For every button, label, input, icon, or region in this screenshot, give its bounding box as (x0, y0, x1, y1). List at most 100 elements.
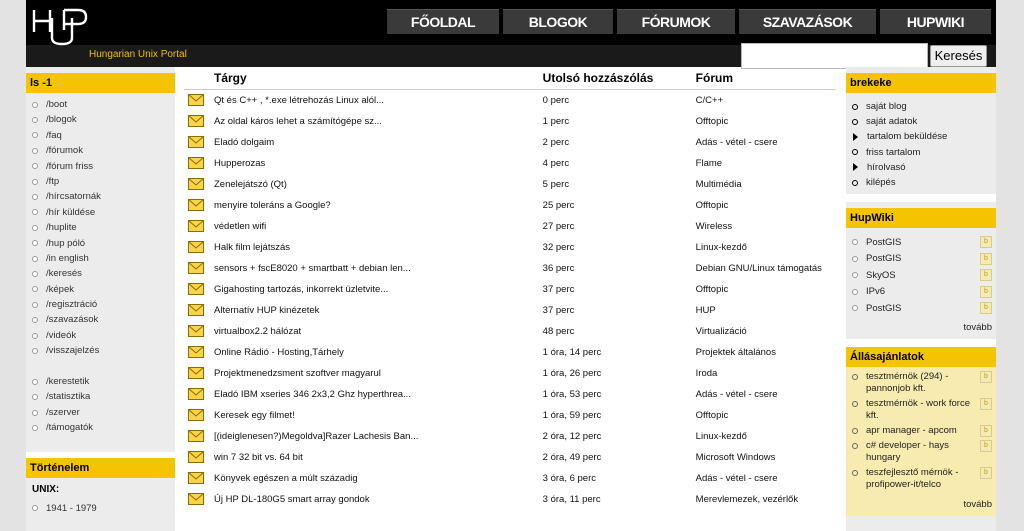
feed-icon[interactable]: b (980, 397, 992, 410)
forum-link[interactable]: Wireless (692, 216, 836, 237)
topic-subject-link[interactable]: védetlen wifi (214, 221, 266, 232)
forum-link[interactable]: Offtopic (692, 195, 836, 216)
menu-item[interactable]: /fórumok (32, 143, 175, 158)
feed-icon[interactable]: b (980, 252, 992, 265)
user-menu-item[interactable]: friss tartalom (852, 145, 996, 160)
history-item[interactable]: 1941 - 1979 (26, 495, 175, 522)
menu-item[interactable]: /faq (32, 128, 175, 143)
table-row[interactable]: virtualbox2.2 hálózat 48 perc Virtualizáci… (184, 321, 836, 342)
menu-item[interactable]: /ftp (32, 174, 175, 189)
nav-hupwiki[interactable]: HUPWIKI (880, 9, 991, 34)
menu-item[interactable]: /blogok (32, 112, 175, 127)
forum-link[interactable]: Flame (692, 153, 836, 174)
topic-subject-link[interactable]: virtualbox2.2 hálózat (214, 326, 301, 337)
job-item[interactable]: c# developer - hays hungary b (852, 439, 992, 464)
hup-logo[interactable] (30, 8, 90, 49)
table-row[interactable]: Qt és C++ , *.exe létrehozás Linux alól.… (184, 89, 836, 111)
feed-icon[interactable]: b (980, 269, 992, 282)
feed-icon[interactable]: b (980, 466, 992, 479)
menu-item[interactable]: /hír küldése (32, 205, 175, 220)
wiki-item[interactable]: SkyOS b (852, 267, 992, 284)
menu-item[interactable]: /in english (32, 251, 175, 266)
forum-link[interactable]: Offtopic (692, 405, 836, 426)
nav-home[interactable]: FŐOLDAL (387, 9, 499, 34)
nav-blogs[interactable]: BLOGOK (503, 9, 613, 34)
table-row[interactable]: Online Rádió - Hosting,Tárhely 1 óra, 14 … (184, 342, 836, 363)
topic-subject-link[interactable]: Könyvek egészen a múlt századig (214, 473, 358, 484)
forum-link[interactable]: Offtopic (692, 111, 836, 132)
menu-item[interactable]: /támogatók (32, 420, 175, 435)
forum-link[interactable]: Debian GNU/Linux támogatás (692, 258, 836, 279)
topic-subject-link[interactable]: Új HP DL-180G5 smart array gondok (214, 494, 370, 505)
wiki-item[interactable]: IPv6 b (852, 284, 992, 301)
table-row[interactable]: [(ideiglenesen?)Megoldva]Razer Lachesis … (184, 426, 836, 447)
topic-subject-link[interactable]: Eladó IBM xseries 346 2x3,2 Ghz hyperthr… (214, 389, 411, 400)
topic-subject-link[interactable]: Qt és C++ , *.exe létrehozás Linux alól.… (214, 95, 384, 106)
feed-icon[interactable]: b (980, 370, 992, 383)
forum-link[interactable]: Projektek általános (692, 342, 836, 363)
menu-item[interactable]: /boot (32, 97, 175, 112)
nav-polls[interactable]: SZAVAZÁSOK (739, 9, 876, 34)
feed-icon[interactable]: b (980, 285, 992, 298)
forum-link[interactable]: C/C++ (692, 89, 836, 111)
table-row[interactable]: Zenelejátszó (Qt) 5 perc Multimédia (184, 174, 836, 195)
forum-link[interactable]: Iroda (692, 363, 836, 384)
table-row[interactable]: menyire toleráns a Google? 25 perc Offtopi… (184, 195, 836, 216)
menu-item[interactable]: /képek (32, 282, 175, 297)
topic-subject-link[interactable]: Halk film lejátszás (214, 242, 290, 253)
table-row[interactable]: Gigahosting tartozás, inkorrekt üzletvit… (184, 279, 836, 300)
search-button[interactable]: Keresés (930, 45, 987, 67)
menu-item[interactable]: /keresés (32, 266, 175, 281)
feed-icon[interactable]: b (980, 236, 992, 249)
table-row[interactable]: win 7 32 bit vs. 64 bit 2 óra, 49 perc Mic… (184, 447, 836, 468)
job-item[interactable]: tesztmérnök - work force kft. b (852, 397, 992, 422)
forum-link[interactable]: Merevlemezek, vezérlők (692, 489, 836, 510)
table-row[interactable]: Eladó IBM xseries 346 2x3,2 Ghz hyperthr… (184, 384, 836, 405)
wiki-item[interactable]: PostGIS b (852, 251, 992, 268)
menu-item[interactable]: /statisztika (32, 389, 175, 404)
menu-item[interactable]: /szerver (32, 405, 175, 420)
menu-item[interactable]: /huplite (32, 220, 175, 235)
topic-subject-link[interactable]: Eladó dolgaim (214, 137, 274, 148)
forum-link[interactable]: Offtopic (692, 279, 836, 300)
job-item[interactable]: apr manager - apcom b (852, 424, 992, 437)
table-row[interactable]: védetlen wifi 27 perc Wireless (184, 216, 836, 237)
user-menu-item[interactable]: kilépés (852, 175, 996, 190)
topic-subject-link[interactable]: Gigahosting tartozás, inkorrekt üzletvit… (214, 284, 388, 295)
wiki-more-link[interactable]: tovább (846, 317, 996, 339)
topic-subject-link[interactable]: Keresek egy filmet! (214, 410, 295, 421)
forum-link[interactable]: Adás - vétel - csere (692, 132, 836, 153)
topic-subject-link[interactable]: sensors + fscE8020 + smartbatt + debian … (214, 263, 411, 274)
topic-subject-link[interactable]: menyire toleráns a Google? (214, 200, 331, 211)
topic-subject-link[interactable]: Az oldal káros lehet a számítógépe sz... (214, 116, 382, 127)
topic-subject-link[interactable]: Online Rádió - Hosting,Tárhely (214, 347, 344, 358)
menu-item[interactable]: /videók (32, 328, 175, 343)
forum-link[interactable]: Multimédia (692, 174, 836, 195)
job-item[interactable]: teszfejlesztő mérnök - profipower-it/tel… (852, 466, 992, 491)
jobs-more-link[interactable]: tovább (846, 494, 996, 516)
table-row[interactable]: Projektmenedzsment szoftver magyarul 1 ór… (184, 363, 836, 384)
table-row[interactable]: Az oldal káros lehet a számítógépe sz...… (184, 111, 836, 132)
forum-link[interactable]: Adás - vétel - csere (692, 384, 836, 405)
col-last-post[interactable]: Utolsó hozzászólás (538, 67, 692, 90)
topic-subject-link[interactable]: [(ideiglenesen?)Megoldva]Razer Lachesis … (214, 431, 418, 442)
table-row[interactable]: Új HP DL-180G5 smart array gondok 3 óra, … (184, 489, 836, 510)
topic-subject-link[interactable]: Alternatív HUP kinézetek (214, 305, 319, 316)
col-subject[interactable]: Tárgy (184, 67, 539, 90)
table-row[interactable]: Hupperozas 4 perc Flame (184, 153, 836, 174)
forum-link[interactable]: Adás - vétel - csere (692, 468, 836, 489)
user-menu-item[interactable]: hírolvasó (852, 160, 996, 175)
search-input[interactable] (741, 43, 928, 69)
wiki-item[interactable]: PostGIS b (852, 300, 992, 317)
menu-item[interactable]: /visszajelzés (32, 343, 175, 358)
table-row[interactable]: Keresek egy filmet! 1 óra, 59 perc Offtopi… (184, 405, 836, 426)
forum-link[interactable]: Linux-kezdő (692, 426, 836, 447)
user-menu-item[interactable]: tartalom beküldése (852, 129, 996, 144)
user-menu-item[interactable]: saját blog (852, 99, 996, 114)
user-menu-item[interactable]: saját adatok (852, 114, 996, 129)
table-row[interactable]: Alternatív HUP kinézetek 37 perc HUP (184, 300, 836, 321)
table-row[interactable]: Halk film lejátszás 32 perc Linux-kezdő (184, 237, 836, 258)
menu-item[interactable]: /hírcsatornák (32, 189, 175, 204)
feed-icon[interactable]: b (980, 439, 992, 452)
nav-forums[interactable]: FÓRUMOK (617, 9, 735, 34)
